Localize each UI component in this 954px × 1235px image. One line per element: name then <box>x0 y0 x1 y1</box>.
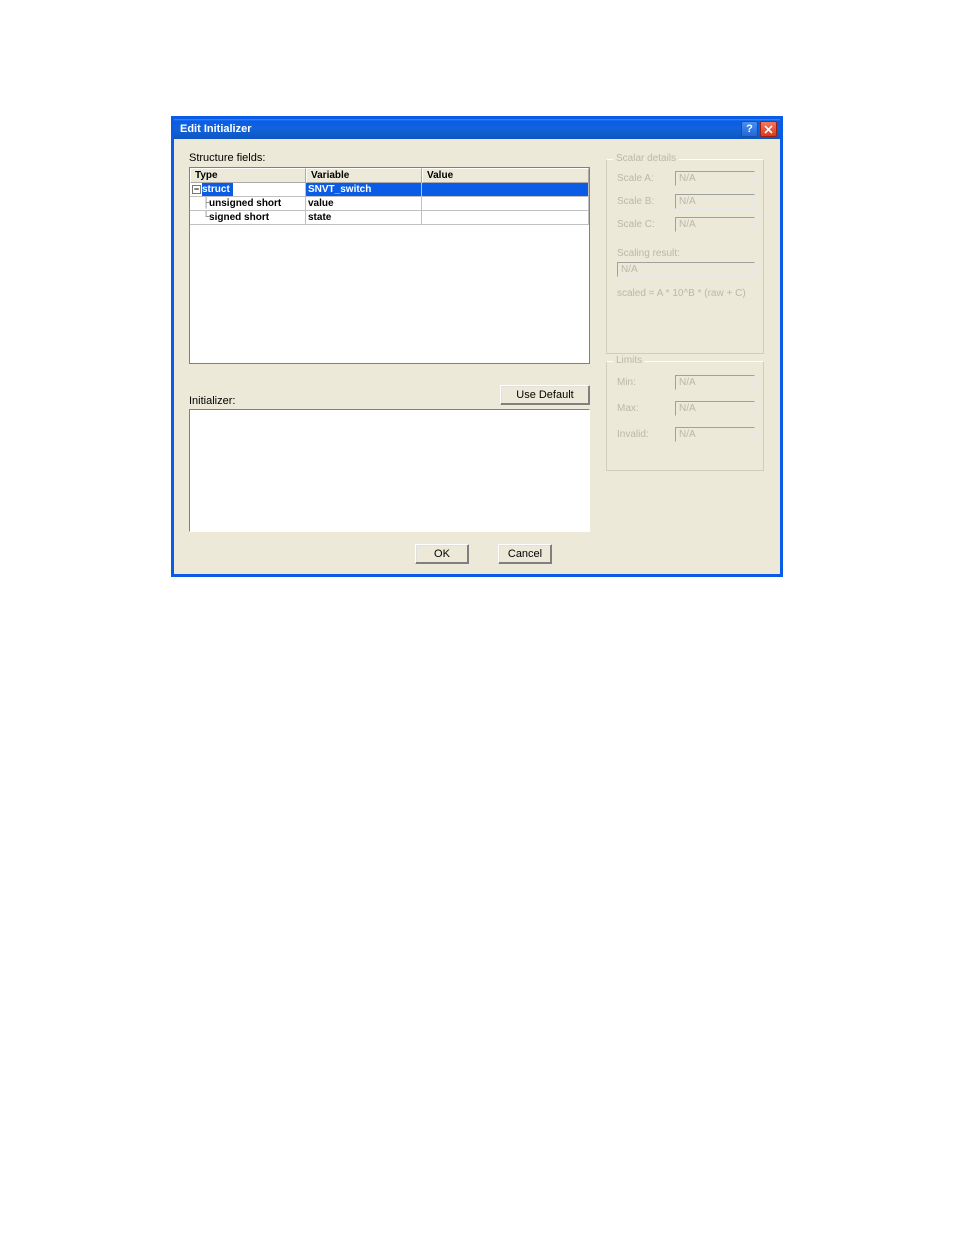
scaling-formula: scaled = A * 10^B * (raw + C) <box>617 288 746 299</box>
scale-c-value: N/A <box>675 217 755 232</box>
title-text: Edit Initializer <box>180 123 739 135</box>
scale-b-label: Scale B: <box>617 196 675 207</box>
tree-var: SNVT_switch <box>308 184 371 195</box>
collapse-icon[interactable]: − <box>192 185 201 194</box>
tree-var: value <box>308 198 334 209</box>
col-header-variable[interactable]: Variable <box>306 168 422 183</box>
scaling-result-label: Scaling result: <box>617 248 680 259</box>
cancel-button[interactable]: Cancel <box>498 544 552 564</box>
ok-button[interactable]: OK <box>415 544 469 564</box>
max-label: Max: <box>617 403 675 414</box>
scale-a-label: Scale A: <box>617 173 675 184</box>
limits-group: Min: N/A Max: N/A Invalid: N/A <box>606 361 764 471</box>
dialog-client: Structure fields: Type Variable Value − … <box>174 139 780 574</box>
invalid-label: Invalid: <box>617 429 675 440</box>
help-icon[interactable]: ? <box>741 121 758 137</box>
tree-branch-icon: └ <box>203 212 208 223</box>
min-value: N/A <box>675 375 755 390</box>
scalar-details-group: Scale A: N/A Scale B: N/A Scale C: N/A S… <box>606 159 764 354</box>
scale-a-value: N/A <box>675 171 755 186</box>
min-label: Min: <box>617 377 675 388</box>
initializer-label: Initializer: <box>189 395 235 407</box>
scale-c-label: Scale C: <box>617 219 675 230</box>
dialog-edit-initializer: Edit Initializer ? Structure fields: Typ… <box>171 116 783 577</box>
tree-type: struct <box>202 184 230 195</box>
tree-type: signed short <box>209 212 269 223</box>
scaling-result-value: N/A <box>617 262 755 277</box>
invalid-value: N/A <box>675 427 755 442</box>
tree-header: Type Variable Value <box>190 168 589 183</box>
max-value: N/A <box>675 401 755 416</box>
use-default-button[interactable]: Use Default <box>500 385 590 405</box>
tree-row[interactable]: ├ unsigned short value <box>190 197 589 211</box>
tree-type: unsigned short <box>209 198 281 209</box>
initializer-textarea[interactable] <box>189 409 590 532</box>
close-icon[interactable] <box>760 121 777 137</box>
tree-var: state <box>308 212 331 223</box>
scale-b-value: N/A <box>675 194 755 209</box>
titlebar: Edit Initializer ? <box>174 119 780 139</box>
col-header-type[interactable]: Type <box>190 168 306 183</box>
tree-branch-icon: ├ <box>203 198 208 209</box>
col-header-value[interactable]: Value <box>422 168 589 183</box>
tree-row[interactable]: − struct SNVT_switch <box>190 183 589 197</box>
tree-row[interactable]: └ signed short state <box>190 211 589 225</box>
structure-fields-label: Structure fields: <box>189 152 265 164</box>
structure-tree[interactable]: Type Variable Value − struct SNVT_switch <box>189 167 590 364</box>
